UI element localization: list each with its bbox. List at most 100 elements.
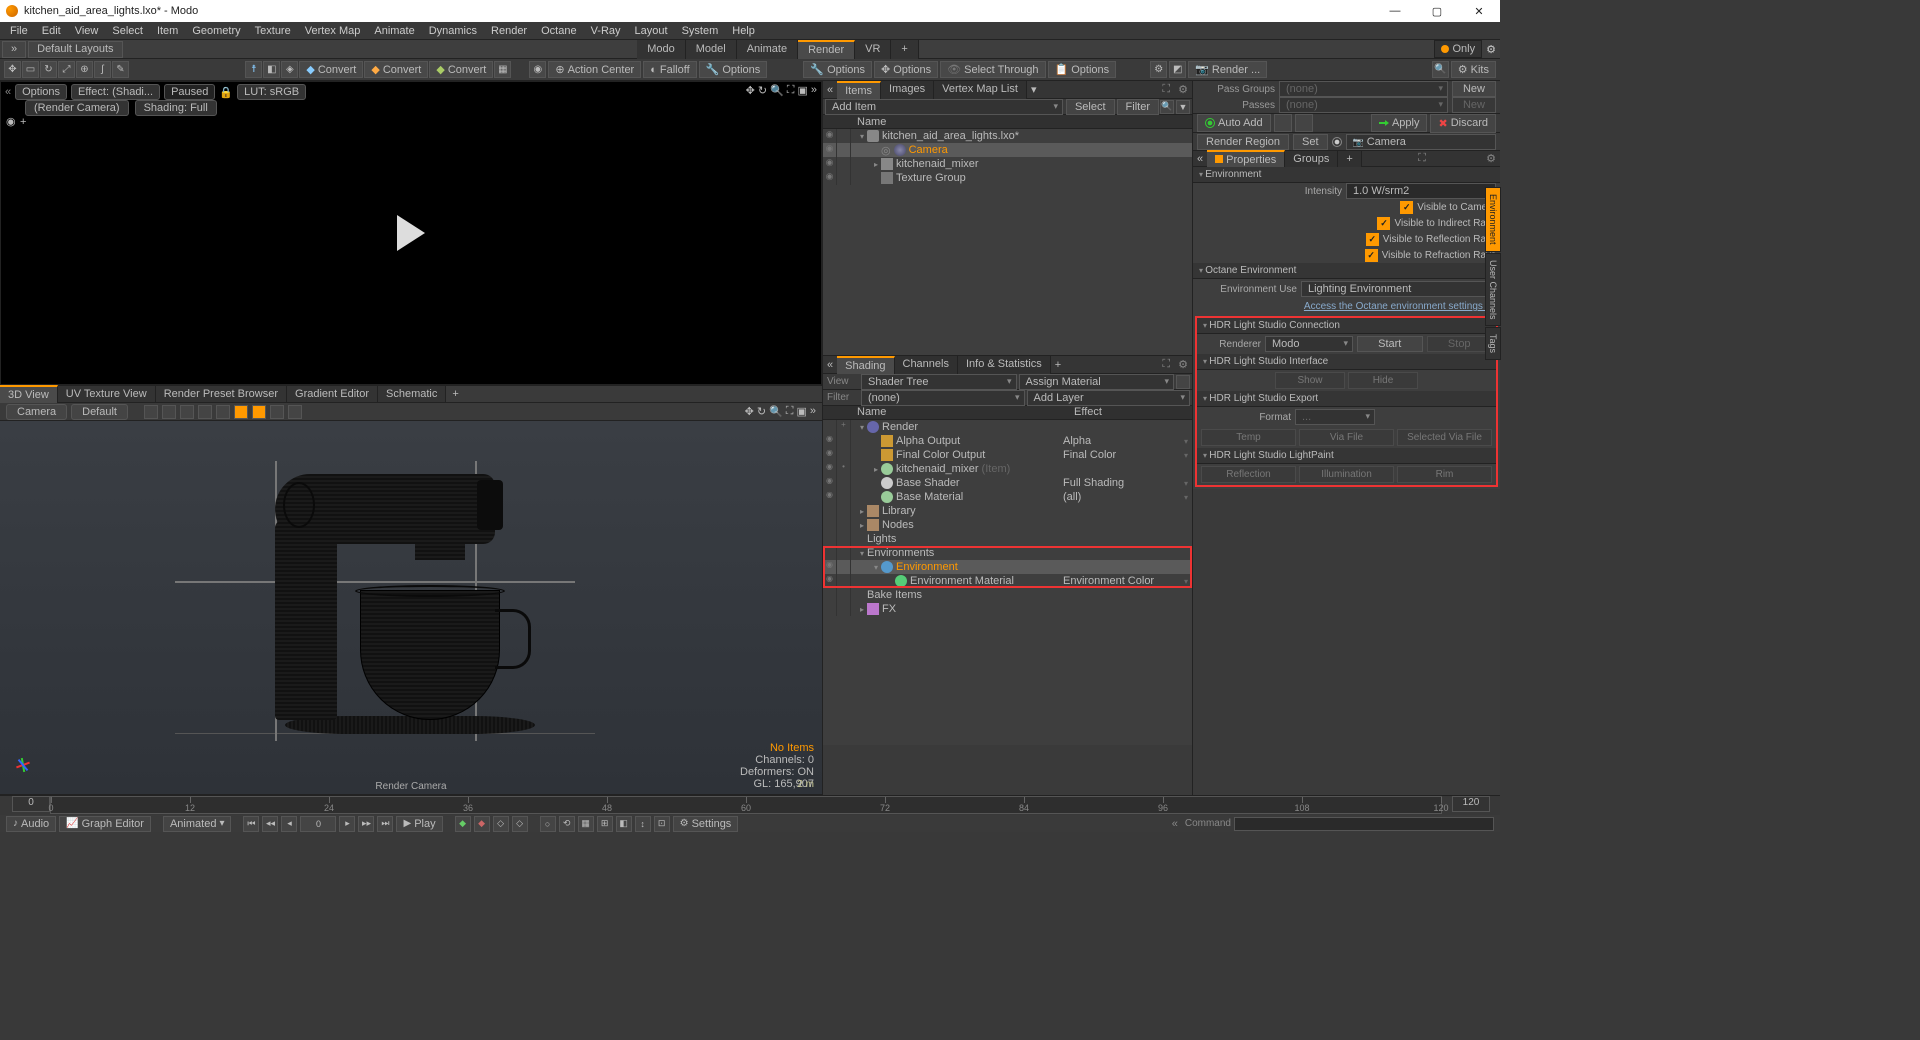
render-effect-chip[interactable]: Effect: (Shadi... xyxy=(71,84,160,100)
audio-button[interactable]: ♪ Audio xyxy=(6,816,56,832)
render-button[interactable]: 📷 Render ... xyxy=(1188,61,1267,78)
key-icon-3[interactable]: ◇ xyxy=(493,816,509,832)
kits-button[interactable]: ⚙ Kits xyxy=(1451,61,1496,78)
layout-tab-modo[interactable]: Modo xyxy=(637,40,686,59)
sidetab-user-channels[interactable]: User Channels xyxy=(1485,253,1501,327)
layout-tab-animate[interactable]: Animate xyxy=(737,40,798,59)
select-rect-icon[interactable]: ▭ xyxy=(22,61,39,78)
shader-kitchenaid-mixer[interactable]: ◉•▸kitchenaid_mixer(Item) xyxy=(823,462,1192,476)
anim-opt-1[interactable]: ○ xyxy=(540,816,556,832)
hdr-viafile-button[interactable]: Via File xyxy=(1299,429,1394,446)
next-key-icon[interactable]: ▸▸ xyxy=(358,816,374,832)
convert-button-2[interactable]: ◆Convert xyxy=(364,61,428,78)
hdr-stop-button[interactable]: Stop xyxy=(1427,336,1493,352)
options-button-1[interactable]: 🔧 Options xyxy=(699,61,768,78)
view-tab-schematic[interactable]: Schematic xyxy=(378,386,446,402)
scale-tool-icon[interactable]: ⤢ xyxy=(58,61,75,78)
lasso-icon[interactable]: ʃ xyxy=(94,61,111,78)
environment-section[interactable]: Environment xyxy=(1193,167,1500,183)
collapse-props-icon[interactable]: « xyxy=(1193,151,1207,167)
view-tab-uv-texture-view[interactable]: UV Texture View xyxy=(58,386,156,402)
items-tab-items[interactable]: Items xyxy=(837,81,881,99)
vp-tex-icon[interactable] xyxy=(270,405,284,419)
expand-sidebar-icon[interactable]: » xyxy=(2,41,26,58)
item-texture-group[interactable]: ◉Texture Group xyxy=(823,171,1192,185)
mesh-mode-icon[interactable]: ▦ xyxy=(494,61,511,78)
menu-edit[interactable]: Edit xyxy=(36,23,67,39)
timeline-track[interactable]: 01224364860728496108120 xyxy=(50,796,1442,814)
add-layout-tab[interactable]: + xyxy=(891,40,918,59)
filter-button[interactable]: Filter xyxy=(1117,99,1159,115)
shader-environment-material[interactable]: ◉Environment MaterialEnvironment Color▾ xyxy=(823,574,1192,588)
select-through-button[interactable]: 👁 Select Through xyxy=(940,61,1045,78)
auto-add-button[interactable]: Auto Add xyxy=(1197,114,1271,132)
key-icon-1[interactable]: ◆ xyxy=(455,816,471,832)
menu-system[interactable]: System xyxy=(676,23,725,39)
vp-shade1-icon[interactable] xyxy=(180,405,194,419)
maximize-button[interactable]: ▢ xyxy=(1416,0,1458,22)
anim-opt-6[interactable]: ↕ xyxy=(635,816,651,832)
viewport-camera-dropdown[interactable]: Camera xyxy=(6,404,67,420)
menu-layout[interactable]: Layout xyxy=(629,23,674,39)
shading-max-icon[interactable]: ⛶ xyxy=(1158,356,1174,373)
key-icon-4[interactable]: ◇ xyxy=(512,816,528,832)
prop-gear-icon[interactable]: ⚙ xyxy=(1482,150,1500,167)
shading-tab-info-&-statistics[interactable]: Info & Statistics xyxy=(958,356,1051,374)
hdr-renderer-dropdown[interactable]: Modo xyxy=(1265,336,1353,352)
visible-refraction-checkbox[interactable]: ✓ xyxy=(1365,249,1378,262)
command-input[interactable] xyxy=(1234,817,1494,831)
menu-octane[interactable]: Octane xyxy=(535,23,582,39)
item-camera[interactable]: ◉◎Camera xyxy=(823,143,1192,157)
render-lut-chip[interactable]: LUT: sRGB xyxy=(237,84,306,100)
collapse-icon[interactable]: « xyxy=(5,86,11,98)
layout-tab-render[interactable]: Render xyxy=(798,40,855,59)
anim-opt-7[interactable]: ⊡ xyxy=(654,816,670,832)
render-camera-chip[interactable]: (Render Camera) xyxy=(25,100,129,116)
vp-shade3-icon[interactable] xyxy=(216,405,230,419)
search-icon[interactable]: 🔍 xyxy=(1432,61,1449,78)
falloff-button[interactable]: ◐ Falloff xyxy=(643,61,696,78)
anim-opt-3[interactable]: ▦ xyxy=(578,816,594,832)
menu-animate[interactable]: Animate xyxy=(368,23,420,39)
vp-fit-icon-3d[interactable]: ⛶ xyxy=(786,405,794,418)
menu-vertex-map[interactable]: Vertex Map xyxy=(299,23,367,39)
render-shading-chip[interactable]: Shading: Full xyxy=(135,100,217,116)
anim-opt-5[interactable]: ◧ xyxy=(616,816,632,832)
menu-file[interactable]: File xyxy=(4,23,34,39)
items-tab-images[interactable]: Images xyxy=(881,81,934,99)
render-play-icon[interactable] xyxy=(397,215,425,251)
default-layouts-button[interactable]: Default Layouts xyxy=(28,41,122,58)
vp-move-icon[interactable]: ✥ xyxy=(746,84,755,97)
item-kitchenaid-mixer[interactable]: ◉▸kitchenaid_mixer xyxy=(823,157,1192,171)
hdr-selviafile-button[interactable]: Selected Via File xyxy=(1397,429,1492,446)
options-button-4[interactable]: 📋 Options xyxy=(1048,61,1117,78)
vp-expand-icon[interactable]: » xyxy=(811,84,817,97)
hdr-lightpaint-section[interactable]: HDR Light Studio LightPaint xyxy=(1197,448,1496,464)
rotate-tool-icon[interactable]: ↻ xyxy=(40,61,57,78)
layout-tab-vr[interactable]: VR xyxy=(855,40,891,59)
set-region-button[interactable]: Set xyxy=(1293,134,1328,150)
view-tab-render-preset-browser[interactable]: Render Preset Browser xyxy=(156,386,287,402)
region-camera-radio[interactable] xyxy=(1332,137,1342,147)
vp-zoom-icon-3d[interactable]: 🔍 xyxy=(769,405,783,418)
prev-key-icon[interactable]: ◂◂ xyxy=(262,816,278,832)
shader-tree[interactable]: +▾Render◉Alpha OutputAlpha▾◉Final Color … xyxy=(823,420,1192,745)
options-button-3[interactable]: ✥ Options xyxy=(874,61,938,78)
environment-use-dropdown[interactable]: Lighting Environment xyxy=(1301,281,1496,297)
menu-select[interactable]: Select xyxy=(106,23,149,39)
shader-base-material[interactable]: ◉Base Material(all)▾ xyxy=(823,490,1192,504)
menu-dynamics[interactable]: Dynamics xyxy=(423,23,483,39)
view-tab-3d-view[interactable]: 3D View xyxy=(0,385,58,403)
menu-render[interactable]: Render xyxy=(485,23,533,39)
prim-icon[interactable]: ◈ xyxy=(281,61,298,78)
shader-bake-items[interactable]: Bake Items xyxy=(823,588,1192,602)
vp-move-icon-3d[interactable]: ✥ xyxy=(745,405,754,418)
render-settings-icon[interactable]: ⚙ xyxy=(1150,61,1167,78)
new-pass-group-button[interactable]: New xyxy=(1452,81,1496,97)
center-icon[interactable]: ◉ xyxy=(529,61,546,78)
hdr-temp-button[interactable]: Temp xyxy=(1201,429,1296,446)
vp-max-icon[interactable]: ▣ xyxy=(797,84,807,97)
visible-reflection-checkbox[interactable]: ✓ xyxy=(1366,233,1379,246)
render-region-button[interactable]: Render Region xyxy=(1197,134,1289,150)
hdr-format-dropdown[interactable]: ... xyxy=(1295,409,1375,425)
